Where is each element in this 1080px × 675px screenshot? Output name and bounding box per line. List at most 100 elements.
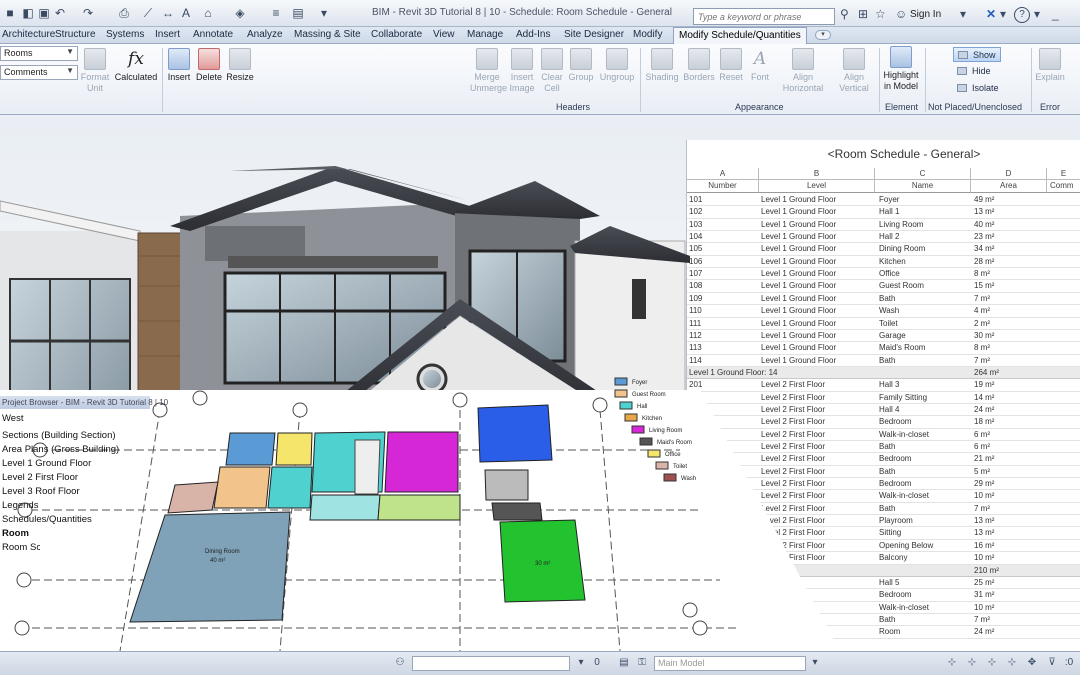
main-model-selector[interactable]: Main Model: [654, 656, 806, 671]
search-input[interactable]: [693, 8, 835, 25]
table-row[interactable]: 106 Level 1 Ground Floor Kitchen 28 m²: [687, 256, 1080, 269]
design-options-icon[interactable]: ▤: [617, 656, 631, 670]
minimize-icon[interactable]: _: [1052, 7, 1059, 21]
align-vertical-button[interactable]: Align Vertical: [831, 48, 877, 94]
tab-collaborate[interactable]: Collaborate: [371, 29, 422, 40]
tab-architecture[interactable]: Architecture: [2, 29, 55, 40]
text-icon[interactable]: A: [178, 5, 194, 21]
sign-in-dropdown-icon[interactable]: ▾: [960, 7, 966, 21]
browser-item-schedules[interactable]: Schedules/Quantities: [2, 514, 92, 525]
ribbon-minimize-toggle[interactable]: ▾: [815, 30, 831, 40]
tab-annotate[interactable]: Annotate: [193, 29, 233, 40]
column-header-comments[interactable]: Comm: [1047, 180, 1080, 193]
table-row[interactable]: 107 Level 1 Ground Floor Office 8 m²: [687, 268, 1080, 281]
select-links-icon[interactable]: ⊹: [945, 656, 959, 670]
close-views-icon[interactable]: ▤: [290, 5, 306, 21]
help-dropdown-icon[interactable]: ▾: [1034, 7, 1040, 21]
browser-item-sections[interactable]: Sections (Building Section): [2, 430, 116, 441]
user-icon[interactable]: ☺: [895, 7, 907, 21]
table-row[interactable]: 109 Level 1 Ground Floor Bath 7 m²: [687, 293, 1080, 306]
undo-icon[interactable]: ↶: [52, 5, 68, 21]
column-letter-d[interactable]: D: [971, 168, 1047, 180]
calculated-button[interactable]: fx Calculated: [113, 48, 159, 83]
insert-column-button[interactable]: Insert: [165, 48, 193, 83]
browser-item-level-3[interactable]: Level 3 Roof Floor: [2, 486, 80, 497]
group-button[interactable]: Group: [566, 48, 596, 83]
favorites-star-icon[interactable]: ☆: [875, 7, 886, 21]
table-row[interactable]: 111 Level 1 Ground Floor Toilet 2 m²: [687, 318, 1080, 330]
tab-modify[interactable]: Modify: [633, 29, 662, 40]
explain-button[interactable]: Explain: [1034, 48, 1066, 83]
open-icon[interactable]: ◧: [20, 5, 36, 21]
table-row[interactable]: 113 Level 1 Ground Floor Maid's Room 8 m²: [687, 342, 1080, 355]
browser-item-room-schedule[interactable]: Room Schedule: [2, 542, 40, 553]
highlight-in-model-button[interactable]: Highlight in Model: [880, 46, 922, 92]
column-header-area[interactable]: Area: [971, 180, 1047, 193]
filter-icon[interactable]: ⊽: [1045, 656, 1059, 670]
tab-insert[interactable]: Insert: [155, 29, 180, 40]
browser-item-level-1[interactable]: Level 1 Ground Floor: [2, 458, 91, 469]
table-row[interactable]: 105 Level 1 Ground Floor Dining Room 34 m²: [687, 243, 1080, 256]
table-row[interactable]: 114 Level 1 Ground Floor Bath 7 m²: [687, 355, 1080, 367]
delete-column-button[interactable]: Delete: [194, 48, 224, 83]
subscription-icon[interactable]: ⊞: [858, 7, 868, 21]
insert-image-button[interactable]: Insert Image: [506, 48, 538, 94]
tab-manage[interactable]: Manage: [467, 29, 503, 40]
parameter-selector[interactable]: Comments ▼: [0, 65, 78, 80]
ungroup-button[interactable]: Ungroup: [597, 48, 637, 83]
tab-view[interactable]: View: [433, 29, 455, 40]
clear-cell-button[interactable]: Clear Cell: [539, 48, 565, 94]
table-row[interactable]: 103 Level 1 Ground Floor Living Room 40 m²: [687, 219, 1080, 232]
binoculars-icon[interactable]: ⚲: [840, 7, 849, 21]
edit-requests-icon[interactable]: 0: [590, 656, 604, 670]
worksets-icon[interactable]: ⚇: [393, 656, 407, 670]
reset-button[interactable]: Reset: [717, 48, 745, 83]
print-icon[interactable]: ⎙: [116, 5, 132, 21]
help-icon[interactable]: ?: [1014, 7, 1030, 23]
customize-qat-icon[interactable]: ▾: [316, 5, 332, 21]
column-header-name[interactable]: Name: [875, 180, 971, 193]
tab-analyze[interactable]: Analyze: [247, 29, 283, 40]
column-header-level[interactable]: Level: [759, 180, 875, 193]
tab-add-ins[interactable]: Add-Ins: [516, 29, 550, 40]
view-3d-icon[interactable]: ⌂: [200, 5, 216, 21]
exchange-dropdown-icon[interactable]: ▾: [1000, 7, 1006, 21]
show-button[interactable]: Show: [953, 47, 1001, 62]
table-row[interactable]: 112 Level 1 Ground Floor Garage 30 m²: [687, 330, 1080, 343]
sign-in-button[interactable]: Sign In: [910, 9, 941, 20]
hide-button[interactable]: Hide: [953, 64, 1001, 79]
dimension-icon[interactable]: ↔: [160, 5, 176, 21]
borders-button[interactable]: Borders: [682, 48, 716, 83]
exchange-apps-icon[interactable]: ✕: [986, 7, 996, 21]
column-letter-c[interactable]: C: [875, 168, 971, 180]
table-row[interactable]: 104 Level 1 Ground Floor Hall 2 23 m²: [687, 231, 1080, 244]
table-row[interactable]: 108 Level 1 Ground Floor Guest Room 15 m²: [687, 280, 1080, 293]
browser-item-area-plans[interactable]: Area Plans (Gross Building): [2, 444, 119, 455]
column-letter-b[interactable]: B: [759, 168, 875, 180]
revit-logo-icon[interactable]: ■: [2, 5, 18, 21]
section-icon[interactable]: ◈: [232, 5, 248, 21]
workset-selector[interactable]: [412, 656, 570, 671]
browser-item-legends[interactable]: Legends: [2, 500, 38, 511]
design-option-lock-icon[interactable]: ⚿: [635, 656, 649, 670]
thin-lines-icon[interactable]: ≡: [268, 5, 284, 21]
tab-systems[interactable]: Systems: [106, 29, 144, 40]
table-row[interactable]: 110 Level 1 Ground Floor Wash 4 m²: [687, 305, 1080, 318]
tab-structure[interactable]: Structure: [55, 29, 96, 40]
merge-unmerge-button[interactable]: Merge Unmerge: [470, 48, 507, 94]
tab-site-designer[interactable]: Site Designer: [564, 29, 624, 40]
tab-modify-schedule-quantities[interactable]: Modify Schedule/Quantities: [673, 27, 807, 44]
isolate-button[interactable]: Isolate: [953, 81, 1001, 96]
tab-massing-site[interactable]: Massing & Site: [294, 29, 361, 40]
table-row[interactable]: 101 Level 1 Ground Floor Foyer 49 m²: [687, 194, 1080, 207]
browser-item-level-2[interactable]: Level 2 First Floor: [2, 472, 78, 483]
browser-item-room-schedule-general[interactable]: Room Schedule - General: [2, 528, 30, 539]
column-letter-e[interactable]: E: [1047, 168, 1080, 180]
measure-icon[interactable]: ⟋: [140, 5, 156, 21]
properties-type-selector[interactable]: Rooms ▼: [0, 46, 78, 61]
font-button[interactable]: A Font: [746, 48, 774, 83]
table-row[interactable]: 102 Level 1 Ground Floor Hall 1 13 m²: [687, 206, 1080, 219]
drag-elements-icon[interactable]: ✥: [1025, 656, 1039, 670]
save-icon[interactable]: ▣: [36, 5, 52, 21]
chevron-down-icon[interactable]: ▾: [574, 656, 588, 670]
